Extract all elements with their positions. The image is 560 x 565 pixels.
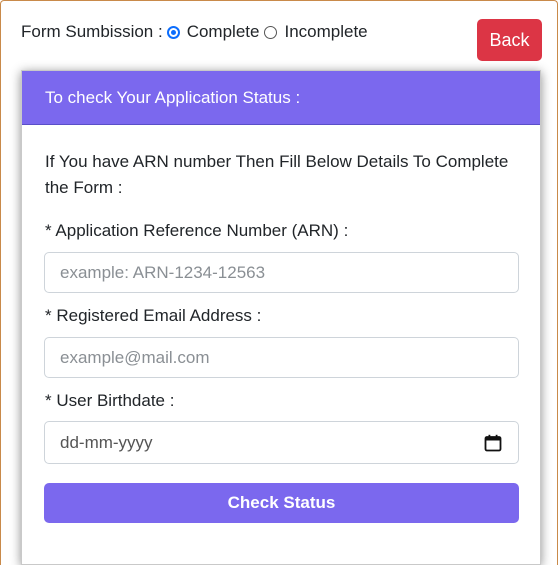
form-submission-options: Complete Incomplete — [166, 22, 373, 42]
incomplete-radio-label[interactable]: Incomplete — [284, 22, 367, 42]
form-submission-label: Form Sumbission : — [21, 22, 163, 41]
complete-radio-label[interactable]: Complete — [187, 22, 260, 42]
intro-text: If You have ARN number Then Fill Below D… — [45, 152, 509, 197]
email-label: * Registered Email Address : — [45, 306, 262, 325]
card-header: To check Your Application Status : — [22, 71, 540, 125]
calendar-icon[interactable] — [484, 434, 502, 452]
incomplete-radio[interactable] — [264, 25, 278, 39]
birthdate-input[interactable]: dd-mm-yyyy — [44, 421, 519, 464]
complete-radio[interactable] — [166, 25, 180, 39]
check-status-button[interactable]: Check Status — [44, 483, 519, 523]
birthdate-placeholder: dd-mm-yyyy — [60, 432, 153, 452]
status-card: To check Your Application Status : If Yo… — [21, 70, 541, 565]
form-submission-row: Form Sumbission : Complete Incomplete — [21, 22, 373, 42]
arn-input[interactable] — [44, 252, 519, 293]
arn-label: * Application Reference Number (ARN) : — [45, 221, 349, 240]
email-input[interactable] — [44, 337, 519, 378]
birthdate-label: * User Birthdate : — [45, 391, 175, 410]
back-button[interactable]: Back — [477, 19, 542, 61]
